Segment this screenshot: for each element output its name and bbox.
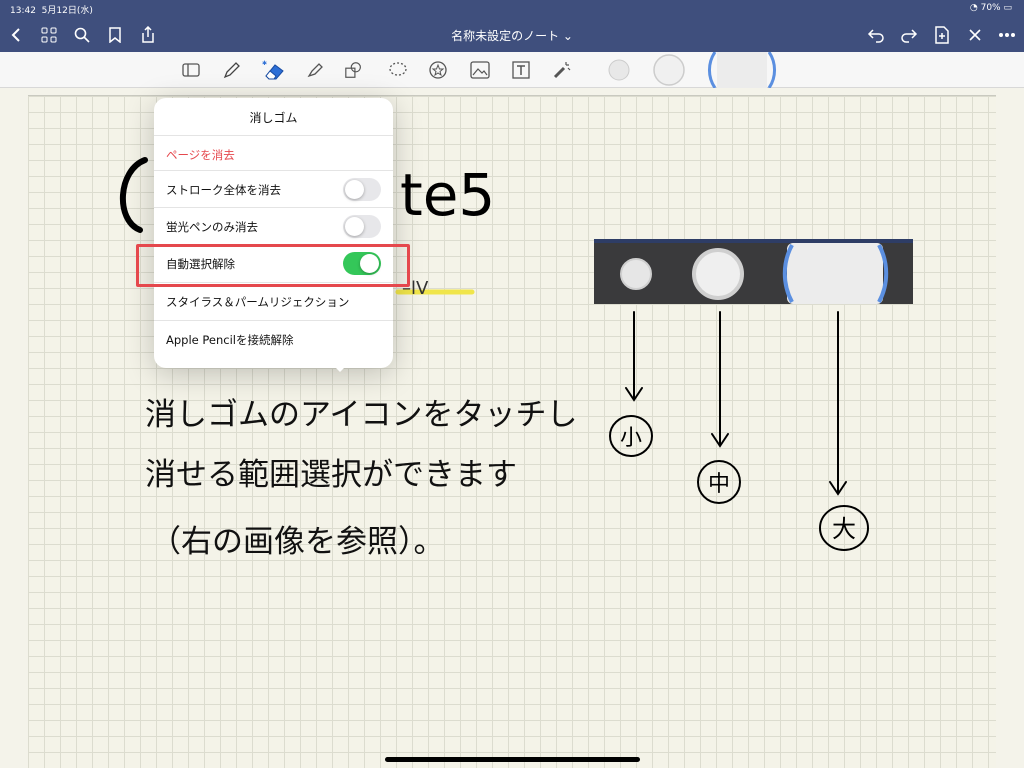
erase-highlighter-only-label: 蛍光ペンのみ消去 <box>166 220 258 234</box>
label-medium: 中 <box>708 472 730 497</box>
label-large: 大 <box>832 515 856 543</box>
eraser-popover: 消しゴム ページを消去 ストローク全体を消去 蛍光ペンのみ消去 自動選択解除 ス… <box>154 98 393 368</box>
label-small: 小 <box>620 426 642 451</box>
erase-highlighter-only-toggle[interactable] <box>343 215 381 238</box>
disconnect-apple-pencil-row[interactable]: Apple Pencilを接続解除 <box>154 320 393 357</box>
toggle-knob <box>345 180 364 199</box>
erase-whole-stroke-label: ストローク全体を消去 <box>166 183 281 197</box>
erase-whole-stroke-row[interactable]: ストローク全体を消去 <box>154 170 393 207</box>
arrow-large <box>829 311 847 496</box>
home-indicator[interactable] <box>385 757 640 762</box>
erase-highlighter-only-row[interactable]: 蛍光ペンのみ消去 <box>154 207 393 244</box>
erase-page-label[interactable]: ページを消去 <box>166 147 235 163</box>
arrow-small <box>625 311 643 402</box>
stylus-palm-rejection-label: スタイラス＆パームリジェクション <box>166 295 350 309</box>
erase-whole-stroke-toggle[interactable] <box>343 178 381 201</box>
disconnect-apple-pencil-label: Apple Pencilを接続解除 <box>166 333 294 347</box>
popover-arrow <box>334 366 346 372</box>
annotation-highlight-box <box>136 244 410 287</box>
erase-page-row[interactable]: ページを消去 <box>154 135 393 172</box>
arrow-medium <box>711 311 729 448</box>
stylus-palm-rejection-row[interactable]: スタイラス＆パームリジェクション <box>154 282 393 319</box>
toggle-knob <box>345 217 364 236</box>
popover-title: 消しゴム <box>249 111 298 125</box>
